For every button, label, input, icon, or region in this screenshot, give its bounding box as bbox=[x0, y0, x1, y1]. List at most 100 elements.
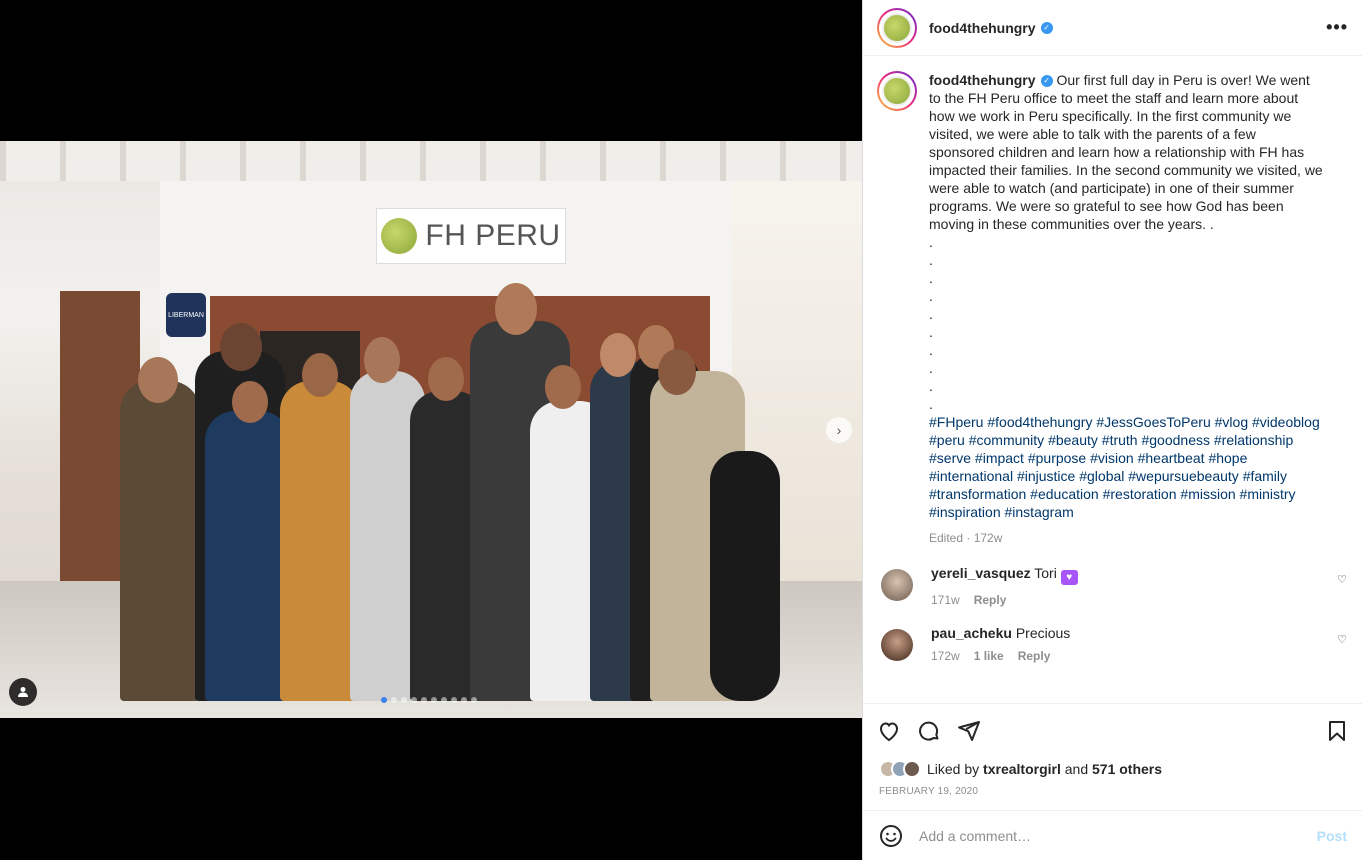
post-date[interactable]: FEBRUARY 19, 2020 bbox=[879, 786, 978, 797]
person-head bbox=[138, 357, 178, 403]
chevron-right-icon: › bbox=[836, 422, 842, 438]
hashtag-link[interactable]: #community bbox=[969, 432, 1044, 448]
hashtag-link[interactable]: #education bbox=[1030, 486, 1099, 502]
carousel-indicator bbox=[381, 697, 477, 703]
group-of-people bbox=[110, 261, 790, 701]
comment-like-heart-icon[interactable]: ♡ bbox=[1337, 633, 1347, 646]
media-viewer: FH PERU LIBERMAN › bbox=[0, 0, 862, 860]
person-head bbox=[545, 365, 581, 409]
comment-body: pau_acheku Precious 172w 1 like Reply bbox=[931, 625, 1070, 663]
caption-text-block: food4thehungry ✓ Our first full day in Pe… bbox=[929, 71, 1324, 233]
caption-dot-line: . bbox=[929, 396, 933, 412]
comment-username[interactable]: yereli_vasquez bbox=[931, 565, 1031, 581]
person-head bbox=[364, 337, 400, 383]
like-heart-icon[interactable] bbox=[877, 719, 901, 743]
hashtag-link[interactable]: #instagram bbox=[1005, 504, 1074, 520]
caption-dot-line: . bbox=[929, 306, 933, 322]
hashtag-link[interactable]: #peru bbox=[929, 432, 965, 448]
hashtag-link[interactable]: #inspiration bbox=[929, 504, 1001, 520]
person bbox=[710, 451, 780, 701]
hashtag-link[interactable]: #hope bbox=[1208, 450, 1247, 466]
comment-reply-button[interactable]: Reply bbox=[1018, 649, 1051, 663]
hashtag-link[interactable]: #ministry bbox=[1240, 486, 1296, 502]
liked-by-user[interactable]: txrealtorgirl bbox=[983, 761, 1061, 777]
share-paper-plane-icon[interactable] bbox=[957, 719, 981, 743]
tagged-users-button[interactable] bbox=[9, 678, 37, 706]
caption-dot-line: . bbox=[929, 288, 933, 304]
more-options-icon[interactable]: ••• bbox=[1326, 17, 1348, 38]
post-caption: food4thehungry ✓ Our first full day in Pe… bbox=[877, 71, 1347, 547]
add-comment-input[interactable] bbox=[919, 827, 1317, 844]
hashtag-link[interactable]: #relationship bbox=[1214, 432, 1293, 448]
person-head bbox=[232, 381, 268, 423]
author-avatar[interactable] bbox=[877, 7, 917, 48]
carousel-next-button[interactable]: › bbox=[826, 417, 852, 443]
user-icon bbox=[18, 687, 28, 697]
hashtag-link[interactable]: #FHperu bbox=[929, 414, 983, 430]
post-photo[interactable]: FH PERU LIBERMAN bbox=[0, 141, 862, 718]
post-comment-button[interactable]: Post bbox=[1317, 828, 1347, 844]
bookmark-icon[interactable] bbox=[1325, 719, 1349, 743]
liked-by-others[interactable]: 571 others bbox=[1092, 761, 1162, 777]
liker-avatar bbox=[903, 760, 921, 778]
carousel-dot bbox=[461, 697, 467, 703]
person bbox=[205, 411, 290, 701]
add-comment-bar: Post bbox=[863, 810, 1362, 860]
comment-bubble-icon[interactable] bbox=[917, 719, 941, 743]
caption-dot-line: . bbox=[929, 252, 933, 268]
author-username[interactable]: food4thehungry bbox=[929, 20, 1036, 36]
hashtag-link[interactable]: #mission bbox=[1180, 486, 1235, 502]
hashtag-link[interactable]: #serve bbox=[929, 450, 971, 466]
hashtag-link[interactable]: #videoblog bbox=[1252, 414, 1320, 430]
hashtag-link[interactable]: #transformation bbox=[929, 486, 1026, 502]
commenter-avatar[interactable] bbox=[881, 629, 913, 661]
comments-scroll-area[interactable]: food4thehungry ✓ Our first full day in Pe… bbox=[863, 57, 1362, 703]
caption-hashtags: #FHperu #food4thehungry #JessGoesToPeru … bbox=[929, 413, 1324, 521]
carousel-dot bbox=[431, 697, 437, 703]
hashtag-link[interactable]: #restoration bbox=[1103, 486, 1177, 502]
carousel-dot bbox=[381, 697, 387, 703]
caption-edited-time: Edited · 172w bbox=[929, 531, 1003, 545]
carousel-dot bbox=[421, 697, 427, 703]
sign-text: FH PERU bbox=[425, 219, 561, 252]
comment-text: Tori bbox=[1034, 565, 1057, 581]
comment-reply-button[interactable]: Reply bbox=[974, 593, 1007, 607]
hashtag-link[interactable]: #international bbox=[929, 468, 1013, 484]
person bbox=[280, 381, 360, 701]
hashtag-link[interactable]: #goodness bbox=[1141, 432, 1210, 448]
comment-like-heart-icon[interactable]: ♡ bbox=[1337, 573, 1347, 586]
hashtag-link[interactable]: #beauty bbox=[1048, 432, 1098, 448]
hashtag-link[interactable]: #JessGoesToPeru bbox=[1096, 414, 1210, 430]
comment-username[interactable]: pau_acheku bbox=[931, 625, 1012, 641]
hashtag-link[interactable]: #vlog bbox=[1215, 414, 1248, 430]
hashtag-link[interactable]: #heartbeat bbox=[1138, 450, 1205, 466]
comment-item: yereli_vasquez Tori ♥ 171w Reply ♡ bbox=[877, 565, 1347, 607]
hashtag-link[interactable]: #global bbox=[1079, 468, 1124, 484]
verified-badge-icon: ✓ bbox=[1040, 75, 1053, 88]
person-head bbox=[495, 283, 537, 335]
comment-likes-count[interactable]: 1 like bbox=[974, 649, 1004, 663]
hashtag-link[interactable]: #truth bbox=[1102, 432, 1138, 448]
post-header: food4thehungry ✓ ••• bbox=[863, 0, 1362, 56]
comment-body: yereli_vasquez Tori ♥ 171w Reply bbox=[931, 565, 1078, 607]
hashtag-link[interactable]: #purpose bbox=[1028, 450, 1086, 466]
hashtag-link[interactable]: #food4thehungry bbox=[987, 414, 1092, 430]
hashtag-link[interactable]: #wepursuebeauty bbox=[1128, 468, 1239, 484]
hashtag-link[interactable]: #injustice bbox=[1017, 468, 1075, 484]
person bbox=[120, 381, 200, 701]
comment-time[interactable]: 171w bbox=[931, 593, 960, 607]
comment-time[interactable]: 172w bbox=[931, 649, 960, 663]
commenter-avatar[interactable] bbox=[881, 569, 913, 601]
liked-by-prefix: Liked by bbox=[927, 761, 980, 777]
comment-text-line: yereli_vasquez Tori ♥ bbox=[931, 565, 1078, 585]
hashtag-link[interactable]: #impact bbox=[975, 450, 1024, 466]
hashtag-link[interactable]: #family bbox=[1243, 468, 1287, 484]
caption-author-avatar[interactable] bbox=[877, 71, 917, 111]
caption-dot-line: . bbox=[929, 360, 933, 376]
verified-badge-icon: ✓ bbox=[1040, 21, 1053, 34]
emoji-smile-icon[interactable] bbox=[879, 824, 903, 848]
caption-username[interactable]: food4thehungry bbox=[929, 72, 1036, 88]
avatar-inner bbox=[879, 9, 915, 46]
comment-text-line: pau_acheku Precious bbox=[931, 625, 1070, 641]
hashtag-link[interactable]: #vision bbox=[1090, 450, 1134, 466]
